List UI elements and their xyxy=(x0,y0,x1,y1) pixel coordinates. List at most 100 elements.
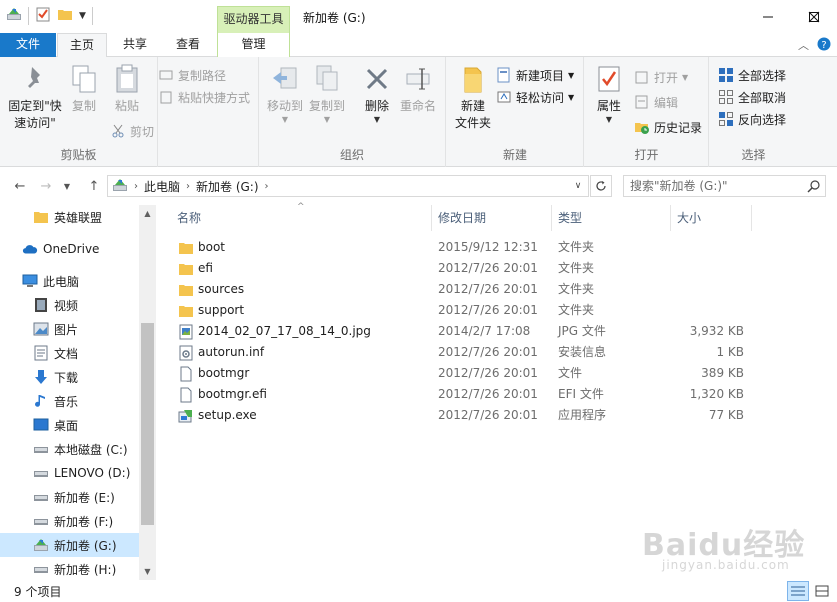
table-row[interactable]: bootmgr 2012/7/26 20:01 文件 389 KB xyxy=(176,363,756,384)
column-header-size[interactable]: 大小 xyxy=(672,205,752,231)
nav-item-drive-f[interactable]: 新加卷 (F:) xyxy=(0,509,139,533)
nav-item-desktop[interactable]: 桌面 xyxy=(0,413,139,437)
file-date: 2015/9/12 12:31 xyxy=(438,240,538,254)
nav-item-label: 英雄联盟 xyxy=(54,210,103,225)
copy-button[interactable]: 复制 xyxy=(68,63,100,115)
nav-item-downloads[interactable]: 下载 xyxy=(0,365,139,389)
file-date: 2012/7/26 20:01 xyxy=(438,387,538,401)
nav-item-label: 音乐 xyxy=(54,394,79,409)
image-file-icon xyxy=(178,324,194,340)
quick-access-toolbar: ▼ xyxy=(6,6,93,25)
paste-shortcut-button[interactable]: 粘贴快捷方式 xyxy=(158,87,250,107)
details-view-button[interactable] xyxy=(787,581,809,601)
table-row[interactable]: efi 2012/7/26 20:01 文件夹 xyxy=(176,258,756,279)
select-group-label: 选择 xyxy=(741,148,766,162)
select-all-button[interactable]: 全部选择 xyxy=(718,65,786,85)
nav-item-videos[interactable]: 视频 xyxy=(0,293,139,317)
select-none-button[interactable]: 全部取消 xyxy=(718,87,786,107)
table-row[interactable]: autorun.inf 2012/7/26 20:01 安装信息 1 KB xyxy=(176,342,756,363)
large-icons-view-button[interactable] xyxy=(811,581,833,601)
scroll-down-arrow-icon[interactable]: ▼ xyxy=(139,563,156,580)
file-name: bootmgr.efi xyxy=(198,387,267,401)
column-header-date[interactable]: 修改日期 xyxy=(433,205,552,231)
delete-button[interactable]: 删除 ▼ xyxy=(361,63,393,125)
tab-manage[interactable]: 管理 xyxy=(217,33,290,57)
edit-button[interactable]: 编辑 xyxy=(634,92,678,112)
breadcrumb-this-pc[interactable]: 此电脑 xyxy=(144,178,180,195)
breadcrumb-chevron-icon[interactable]: › xyxy=(265,181,269,192)
watermark-url: jingyan.baidu.com xyxy=(662,558,790,572)
column-header-type[interactable]: 类型 xyxy=(553,205,671,231)
new-folder-qat-icon[interactable] xyxy=(57,6,73,25)
open-button[interactable]: 打开 ▼ xyxy=(634,67,688,87)
pin-quick-access-button[interactable]: 固定到"快速访问" xyxy=(4,63,66,132)
breadcrumb-chevron-icon[interactable]: › xyxy=(186,181,190,192)
new-folder-label: 新建 文件夹 xyxy=(454,99,491,130)
tab-view[interactable]: 查看 xyxy=(163,33,213,57)
cut-button[interactable]: 剪切 xyxy=(110,121,154,141)
breadcrumb-chevron-icon[interactable]: › xyxy=(134,181,138,192)
easy-access-button[interactable]: 轻松访问 ▼ xyxy=(496,87,574,107)
nav-item-drive-d[interactable]: LENOVO (D:) xyxy=(0,461,139,485)
search-icon[interactable] xyxy=(807,179,821,199)
close-button[interactable] xyxy=(791,0,837,33)
paste-button[interactable]: 粘贴 xyxy=(108,63,146,115)
copy-path-button[interactable]: 复制路径 xyxy=(158,65,226,85)
help-icon[interactable]: ? xyxy=(817,37,831,54)
nav-item-this-pc[interactable]: 此电脑 xyxy=(0,269,139,293)
open-icon xyxy=(634,69,650,85)
rename-button[interactable]: 重命名 xyxy=(397,63,439,115)
table-row[interactable]: support 2012/7/26 20:01 文件夹 xyxy=(176,300,756,321)
new-folder-icon xyxy=(457,63,489,95)
recent-locations-button[interactable]: ▼ xyxy=(60,177,74,195)
address-dropdown-button[interactable]: ∨ xyxy=(570,178,586,194)
nav-item-drive-h[interactable]: 新加卷 (H:) xyxy=(0,557,139,581)
table-row[interactable]: sources 2012/7/26 20:01 文件夹 xyxy=(176,279,756,300)
folder-icon xyxy=(178,261,194,277)
nav-scrollbar[interactable]: ▲ ▼ xyxy=(139,205,156,580)
back-button[interactable]: ← xyxy=(10,177,30,195)
nav-item-onedrive[interactable]: OneDrive xyxy=(0,237,139,261)
forward-button[interactable]: → xyxy=(36,177,56,195)
nav-item-lol-folder[interactable]: 英雄联盟 xyxy=(0,205,139,229)
view-switcher xyxy=(787,581,833,601)
minimize-button[interactable] xyxy=(745,0,791,33)
move-to-button[interactable]: 移动到 ▼ xyxy=(265,63,305,125)
tab-share[interactable]: 共享 xyxy=(110,33,160,57)
table-row[interactable]: 2014_02_07_17_08_14_0.jpg 2014/2/7 17:08… xyxy=(176,321,756,342)
copy-to-button[interactable]: 复制到 ▼ xyxy=(307,63,347,125)
table-row[interactable]: bootmgr.efi 2012/7/26 20:01 EFI 文件 1,320… xyxy=(176,384,756,405)
nav-item-pictures[interactable]: 图片 xyxy=(0,317,139,341)
table-row[interactable]: boot 2015/9/12 12:31 文件夹 xyxy=(176,237,756,258)
file-type: 文件夹 xyxy=(558,282,595,296)
drive-icon xyxy=(33,441,49,457)
scrollbar-thumb[interactable] xyxy=(141,323,154,525)
up-button[interactable]: ↑ xyxy=(84,177,104,195)
nav-item-drive-c[interactable]: 本地磁盘 (C:) xyxy=(0,437,139,461)
file-type: JPG 文件 xyxy=(558,324,606,338)
file-icon xyxy=(178,366,194,382)
properties-qat-icon[interactable] xyxy=(35,6,51,25)
tab-file[interactable]: 文件 xyxy=(0,33,56,57)
organize-group: 移动到 ▼ 复制到 ▼ 删除 ▼ 重命名 组织 xyxy=(259,57,446,167)
properties-button[interactable]: 属性 ▼ xyxy=(591,63,627,125)
invert-selection-button[interactable]: 反向选择 xyxy=(718,109,786,129)
new-item-button[interactable]: 新建项目 ▼ xyxy=(496,65,574,85)
column-header-name[interactable]: 名称 xyxy=(172,205,432,231)
scroll-up-arrow-icon[interactable]: ▲ xyxy=(139,205,156,222)
file-date: 2012/7/26 20:01 xyxy=(438,408,538,422)
nav-item-drive-e[interactable]: 新加卷 (E:) xyxy=(0,485,139,509)
collapse-ribbon-icon[interactable]: ︿ xyxy=(798,37,809,54)
nav-item-drive-g[interactable]: 新加卷 (G:) xyxy=(0,533,139,557)
chevron-down-icon[interactable]: ▼ xyxy=(79,11,86,21)
table-row[interactable]: setup.exe 2012/7/26 20:01 应用程序 77 KB xyxy=(176,405,756,426)
tab-home[interactable]: 主页 xyxy=(57,33,107,58)
nav-item-documents[interactable]: 文档 xyxy=(0,341,139,365)
new-folder-button[interactable]: 新建 文件夹 xyxy=(451,63,495,132)
address-bar[interactable]: › 此电脑 › 新加卷 (G:) › ∨ xyxy=(107,175,589,197)
refresh-button[interactable] xyxy=(590,175,612,197)
nav-item-music[interactable]: 音乐 xyxy=(0,389,139,413)
history-button[interactable]: 历史记录 xyxy=(634,117,702,137)
breadcrumb-drive-g[interactable]: 新加卷 (G:) xyxy=(196,178,259,195)
search-input[interactable]: 搜索"新加卷 (G:)" xyxy=(623,175,826,197)
